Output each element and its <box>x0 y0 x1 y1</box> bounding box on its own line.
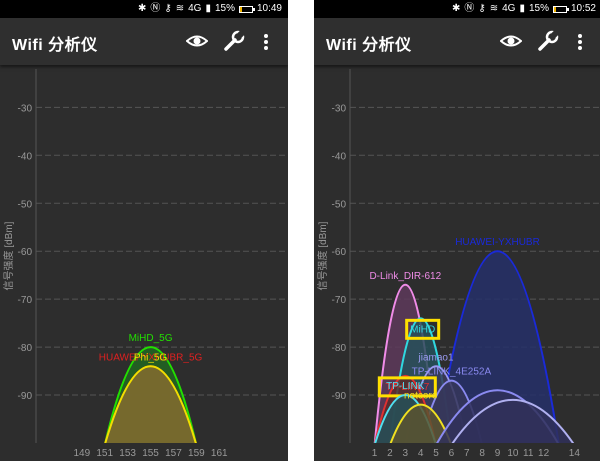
battery-icon <box>238 5 255 13</box>
wrench-icon[interactable] <box>223 30 245 52</box>
key-icon: ⚷ <box>478 3 486 14</box>
x-tick-label: 7 <box>464 448 470 459</box>
y-tick-label: -60 <box>18 247 33 258</box>
wrench-icon[interactable] <box>537 30 559 52</box>
status-bar: ✱ Ⓝ ⚷ ≋ 4G ▮ 15% 10:49 <box>0 0 288 18</box>
wifi-icon: ≋ <box>489 3 499 14</box>
battery-icon <box>552 5 569 13</box>
y-axis-label: 信号强度 [dBm] <box>2 221 15 290</box>
x-tick-label: 9 <box>495 448 501 459</box>
y-tick-label: -80 <box>332 343 347 354</box>
series-group: HUAWEI-YXHUBR D-Link_DIR-612 MiHD jiamao1 TP… <box>369 237 575 443</box>
y-tick-label: -70 <box>18 295 33 306</box>
y-tick-label: -40 <box>332 151 347 162</box>
x-tick-label: 155 <box>142 448 159 459</box>
signal-icon: ▮ <box>205 3 211 14</box>
series-label: TP-LINK_4E252A <box>412 367 492 378</box>
series-label: MiHD_5G <box>129 333 173 344</box>
nfc-icon: Ⓝ <box>464 3 475 14</box>
bluetooth-icon: ✱ <box>137 3 147 14</box>
app-bar: Wifi 分析仪 <box>314 18 600 65</box>
y-tick-label: -40 <box>18 151 33 162</box>
screenshot-left: ✱ Ⓝ ⚷ ≋ 4G ▮ 15% 10:49 Wifi 分析仪 -30 -40 -5 <box>0 0 288 461</box>
eye-icon[interactable] <box>186 32 208 50</box>
app-title: Wifi 分析仪 <box>12 37 98 54</box>
x-tick-label: 10 <box>507 448 519 459</box>
series-label: D-Link_DIR-612 <box>369 271 441 282</box>
x-tick-label: 153 <box>119 448 136 459</box>
x-tick-label: 159 <box>188 448 205 459</box>
x-tick-label: 149 <box>73 448 90 459</box>
y-tick-label: -60 <box>332 247 347 258</box>
x-tick-label: 11 <box>523 448 534 459</box>
battery-fill <box>553 6 556 12</box>
series-label: Phi_5G <box>134 352 168 363</box>
y-tick-label: -90 <box>18 391 33 402</box>
x-tick-label: 14 <box>569 448 581 459</box>
wifi-channel-chart: -30 -40 -50 -60 -70 -80 -90 1 2 3 4 5 6 7 8 9 10 11 12 14 信号… <box>314 65 600 461</box>
network-type: 4G <box>188 3 202 14</box>
battery-fill <box>239 6 242 12</box>
chart-svg: -30 -40 -50 -60 -70 -80 -90 149 151 153 155 157 159 1… <box>2 69 288 459</box>
y-tick-label: -30 <box>332 103 347 114</box>
series-label: MiHD <box>410 324 435 335</box>
x-tick-label: 161 <box>211 448 228 459</box>
battery-percent: 15% <box>214 3 235 14</box>
wifi-channel-chart: -30 -40 -50 -60 -70 -80 -90 149 151 153 155 157 159 1… <box>0 65 288 461</box>
x-tick-label: 12 <box>538 448 550 459</box>
y-tick-label: -30 <box>18 103 33 114</box>
series-group: MiHD_5GHUAWEI-YXHUBR_5GPhi_5G <box>99 333 203 443</box>
nfc-icon: Ⓝ <box>150 3 161 14</box>
y-tick-label: -50 <box>332 199 347 210</box>
chart-svg: -30-40-50-60-70-80-901 2 3 4 5 6 7 8 9 10 11 12 14信号… <box>316 69 600 459</box>
status-bar: ✱ Ⓝ ⚷ ≋ 4G ▮ 15% 10:52 <box>314 0 600 18</box>
x-tick-label: 1 <box>372 448 378 459</box>
app-title: Wifi 分析仪 <box>326 37 412 54</box>
x-tick-label: 5 <box>433 448 439 459</box>
y-tick-label: -90 <box>332 391 347 402</box>
more-vert-icon[interactable] <box>576 33 584 51</box>
signal-curve <box>104 365 197 443</box>
x-tick-label: 157 <box>165 448 182 459</box>
x-tick-label: 6 <box>449 448 455 459</box>
key-icon: ⚷ <box>164 3 172 14</box>
x-tick-label: 151 <box>96 448 113 459</box>
battery-percent: 15% <box>528 3 549 14</box>
x-tick-label: 2 <box>387 448 393 459</box>
more-vert-icon[interactable] <box>262 33 270 51</box>
network-type: 4G <box>502 3 516 14</box>
eye-icon[interactable] <box>500 32 522 50</box>
wifi-icon: ≋ <box>175 3 185 14</box>
y-tick-label: -50 <box>18 199 33 210</box>
y-axis-label: 信号强度 [dBm] <box>316 221 329 290</box>
series-label: jiamao1 <box>418 352 454 363</box>
series-label: netcore <box>404 391 438 402</box>
y-tick-label: -70 <box>332 295 347 306</box>
clock: 10:49 <box>256 3 282 14</box>
bluetooth-icon: ✱ <box>451 3 461 14</box>
app-bar: Wifi 分析仪 <box>0 18 288 65</box>
x-tick-label: 3 <box>403 448 409 459</box>
screenshot-right: ✱ Ⓝ ⚷ ≋ 4G ▮ 15% 10:52 Wifi 分析仪 -30 -40 -5 <box>314 0 600 461</box>
x-tick-label: 8 <box>479 448 485 459</box>
x-tick-label: 4 <box>418 448 424 459</box>
signal-icon: ▮ <box>519 3 525 14</box>
y-tick-label: -80 <box>18 343 33 354</box>
clock: 10:52 <box>570 3 596 14</box>
series-label: HUAWEI-YXHUBR <box>455 237 540 248</box>
